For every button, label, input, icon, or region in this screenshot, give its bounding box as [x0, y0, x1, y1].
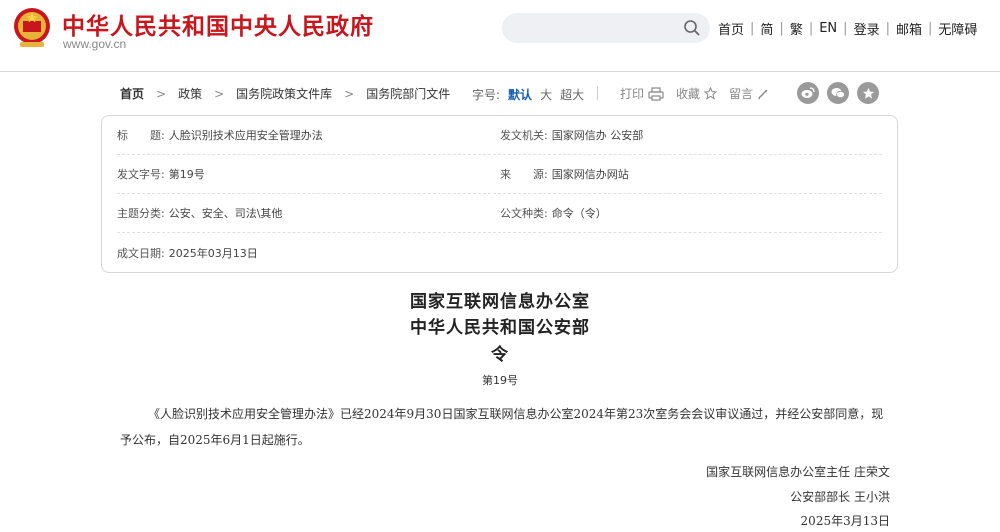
font-size-large[interactable]: 大: [540, 86, 552, 103]
metadata-doc-number: 发文字号: 第19号: [117, 166, 205, 182]
metadata-row: 标 题: 人脸识别技术应用安全管理办法 发文机关: 国家网信办 公安部: [117, 116, 882, 155]
nav-english[interactable]: EN: [819, 21, 837, 36]
nav-simplified[interactable]: 简: [760, 19, 773, 38]
nav-login[interactable]: 登录: [854, 19, 880, 38]
nav-divider: |: [808, 21, 814, 36]
metadata-value: 2025年03月13日: [168, 246, 258, 260]
chevron-right-icon: >: [214, 86, 225, 101]
metadata-topic: 主题分类: 公安、安全、司法\其他: [117, 205, 282, 221]
metadata-label: 来 源:: [500, 168, 548, 181]
font-size-switcher: 字号: 默认 大 超大: [472, 86, 584, 103]
article-issuer-line1: 国家互联网信息办公室: [410, 292, 590, 312]
pencil-icon: [758, 88, 768, 99]
article-order-title: 令: [491, 345, 509, 365]
star-outline-icon: [704, 87, 718, 100]
nav-traditional[interactable]: 繁: [790, 19, 803, 38]
metadata-doc-type: 公文种类: 命令（令）: [500, 205, 607, 221]
chevron-right-icon: >: [156, 86, 167, 101]
site-header: 中华人民共和国中央人民政府 www.gov.cn 首页 | 简 | 繁 | EN | 登…: [0, 0, 1000, 72]
article-tools: 打印 收藏 留言: [620, 85, 781, 102]
font-size-xlarge[interactable]: 超大: [560, 86, 584, 103]
metadata-value: 公安、安全、司法\其他: [168, 207, 283, 220]
metadata-row: 主题分类: 公安、安全、司法\其他 公文种类: 命令（令）: [117, 194, 882, 233]
metadata-row: 成文日期: 2025年03月13日: [117, 233, 882, 272]
site-url[interactable]: www.gov.cn: [63, 37, 126, 51]
breadcrumb-department-docs[interactable]: 国务院部门文件: [366, 85, 450, 102]
article-issuer-line2: 中华人民共和国公安部: [410, 318, 590, 338]
national-emblem-icon[interactable]: [12, 6, 52, 50]
nav-divider: |: [843, 21, 848, 36]
metadata-label: 标 题:: [117, 129, 165, 142]
share-bar: [797, 82, 879, 104]
print-label: 打印: [620, 87, 645, 101]
favorite-label: 收藏: [676, 87, 701, 101]
breadcrumb-home[interactable]: 首页: [120, 85, 144, 102]
print-button[interactable]: 打印: [620, 85, 664, 102]
article-body: 《人脸识别技术应用安全管理办法》已经2024年9月30日国家互联网信息办公室20…: [120, 407, 884, 447]
toolbar-divider: [597, 86, 598, 100]
comment-label: 留言: [729, 87, 754, 101]
signature-mps-minister: 公安部部长 王小洪: [790, 490, 890, 504]
chevron-right-icon: >: [344, 86, 355, 101]
nav-home[interactable]: 首页: [718, 19, 744, 38]
metadata-label: 发文机关:: [500, 129, 548, 142]
nav-divider: |: [885, 21, 890, 36]
signature-date: 2025年3月13日: [800, 514, 890, 528]
nav-divider: |: [750, 21, 755, 36]
font-size-label: 字号:: [472, 88, 501, 102]
metadata-value: 人脸识别技术应用安全管理办法: [168, 129, 323, 142]
metadata-source: 来 源: 国家网信办网站: [500, 166, 629, 182]
metadata-date: 成文日期: 2025年03月13日: [117, 245, 258, 261]
metadata-title: 标 题: 人脸识别技术应用安全管理办法: [117, 127, 323, 143]
nav-divider: |: [927, 21, 933, 36]
top-nav: 首页 | 简 | 繁 | EN | 登录 | 邮箱 | 无障碍: [718, 19, 977, 38]
comment-button[interactable]: 留言: [729, 85, 769, 102]
signature-cac-director: 国家互联网信息办公室主任 庄荣文: [706, 465, 890, 479]
metadata-value: 第19号: [168, 168, 205, 181]
metadata-issuer: 发文机关: 国家网信办 公安部: [500, 127, 643, 143]
nav-divider: |: [779, 21, 784, 36]
star-icon[interactable]: [857, 82, 879, 104]
font-size-default[interactable]: 默认: [508, 86, 532, 103]
metadata-value: 国家网信办 公安部: [551, 129, 644, 142]
metadata-value: 国家网信办网站: [551, 168, 629, 181]
nav-accessibility[interactable]: 无障碍: [938, 19, 977, 38]
document-metadata: 标 题: 人脸识别技术应用安全管理办法 发文机关: 国家网信办 公安部 发文字号…: [101, 115, 898, 273]
metadata-label: 主题分类:: [117, 207, 165, 220]
search-input[interactable]: [502, 13, 710, 43]
site-title[interactable]: 中华人民共和国中央人民政府: [62, 7, 374, 41]
nav-mail[interactable]: 邮箱: [896, 19, 922, 38]
breadcrumb-policy[interactable]: 政策: [178, 85, 202, 102]
metadata-value: 命令（令）: [551, 207, 607, 220]
search-icon[interactable]: [683, 19, 701, 37]
metadata-label: 发文字号:: [117, 168, 165, 181]
article-number: 第19号: [482, 374, 518, 387]
breadcrumb-policy-library[interactable]: 国务院政策文件库: [236, 85, 332, 102]
breadcrumb: 首页 > 政策 > 国务院政策文件库 > 国务院部门文件: [120, 85, 450, 102]
weibo-icon[interactable]: [797, 82, 819, 104]
metadata-label: 成文日期:: [117, 246, 165, 260]
favorite-button[interactable]: 收藏: [676, 85, 718, 102]
metadata-row: 发文字号: 第19号 来 源: 国家网信办网站: [117, 155, 882, 194]
metadata-label: 公文种类:: [500, 207, 548, 220]
printer-icon: [648, 86, 664, 101]
wechat-icon[interactable]: [827, 82, 849, 104]
